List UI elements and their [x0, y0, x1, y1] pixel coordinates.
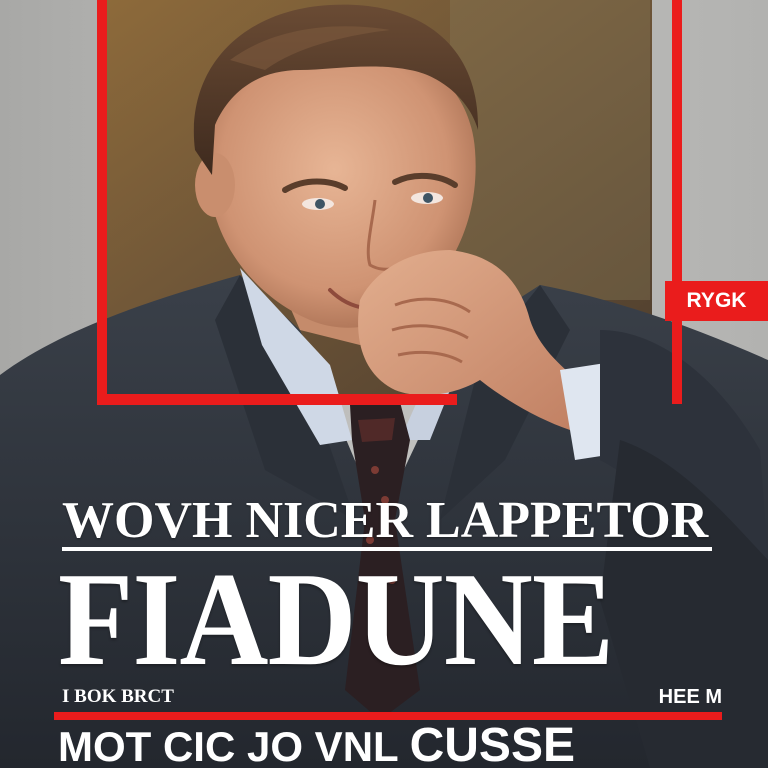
magazine-cover: RYGK WOVH NICER LAPPETOR FIADUNE I BOK B… — [0, 0, 768, 768]
small-caption-right: HEE M — [658, 686, 722, 708]
headline: WOVH NICER LAPPETOR — [62, 492, 709, 549]
bottom-big-text: CUSSE — [409, 719, 575, 768]
bottom-cover-line: MOT CIC JO VNL CUSSE — [58, 722, 575, 768]
bottom-text: MOT CIC JO VNL — [58, 723, 398, 768]
red-frame-bottom — [97, 394, 457, 405]
masthead-title: FIADUNE — [58, 545, 614, 693]
corner-tag: RYGK — [665, 281, 768, 321]
red-frame — [97, 0, 682, 404]
small-caption-left: I BOK BRCT — [62, 686, 174, 707]
divider-red — [54, 712, 722, 720]
